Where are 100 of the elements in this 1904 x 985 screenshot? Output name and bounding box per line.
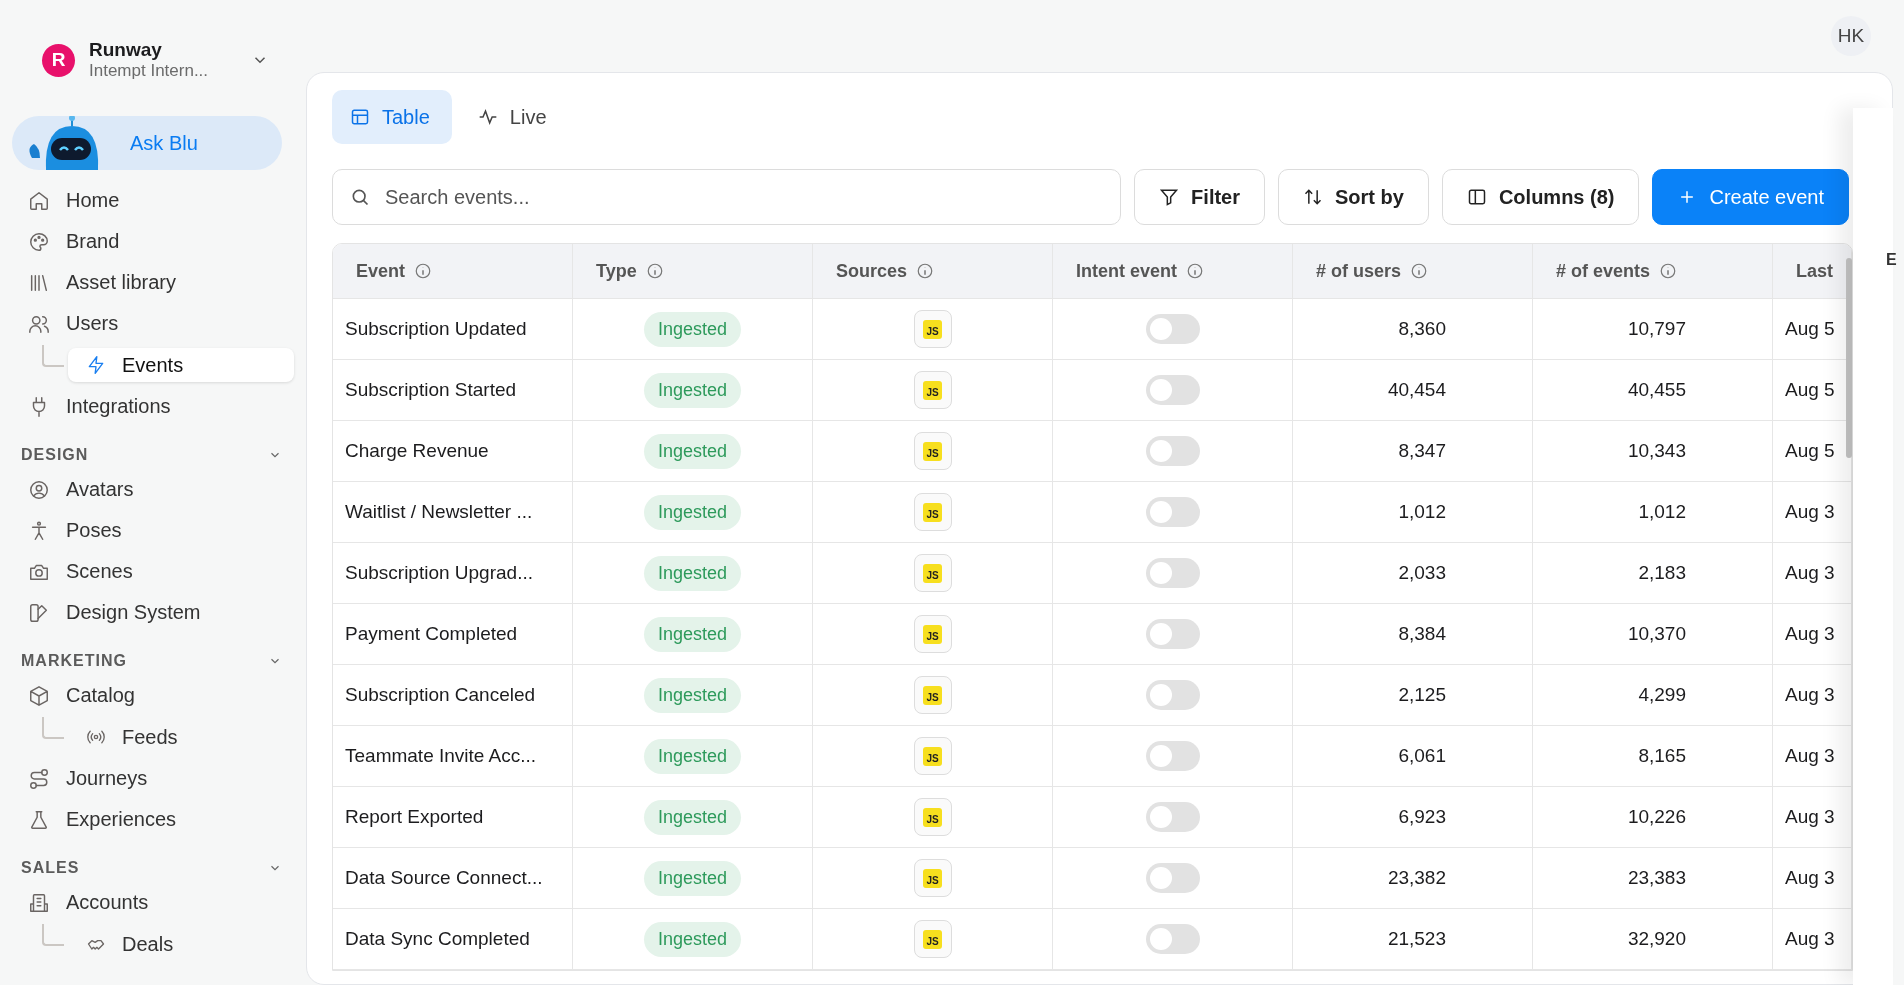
nav-item[interactable]: Avatars xyxy=(12,469,294,510)
nav-item[interactable]: Asset library xyxy=(12,262,294,303)
type-badge: Ingested xyxy=(643,677,742,713)
js-badge: JS xyxy=(923,746,942,766)
type-badge: Ingested xyxy=(643,372,742,408)
tree-connector xyxy=(42,345,64,367)
type-badge: Ingested xyxy=(643,921,742,957)
intent-toggle[interactable] xyxy=(1145,924,1200,954)
column-header: # of users xyxy=(1293,244,1533,298)
column-header: Intent event xyxy=(1053,244,1293,298)
search-icon xyxy=(350,187,370,207)
nav-item[interactable]: Feeds xyxy=(68,720,294,754)
section-heading: DESIGN xyxy=(21,446,89,464)
table-cell: Aug 3 xyxy=(1773,543,1852,603)
nav-item[interactable]: Home xyxy=(12,180,294,221)
nav-item[interactable]: Brand xyxy=(12,221,294,262)
table-cell: 8,360 xyxy=(1293,299,1533,359)
table-cell: 40,455 xyxy=(1533,360,1773,420)
nav-item[interactable]: Events xyxy=(68,348,294,382)
route-icon xyxy=(28,767,50,790)
info-icon xyxy=(1186,262,1204,280)
intent-toggle[interactable] xyxy=(1145,863,1200,893)
columns-icon xyxy=(1466,187,1487,207)
table-cell: 6,061 xyxy=(1293,726,1533,786)
create-event-button[interactable]: Create event xyxy=(1652,169,1849,225)
intent-toggle[interactable] xyxy=(1145,741,1200,771)
table-cell: 21,523 xyxy=(1293,909,1533,969)
nav-item[interactable]: Design System xyxy=(12,592,294,633)
table-cell: 23,382 xyxy=(1293,848,1533,908)
js-badge: JS xyxy=(923,563,942,583)
info-icon xyxy=(645,262,664,280)
intent-toggle[interactable] xyxy=(1145,497,1200,527)
table-cell: Data Source Connect... xyxy=(333,848,573,908)
info-icon xyxy=(1659,262,1678,280)
table-cell: Aug 3 xyxy=(1773,848,1852,908)
table-cell: 40,454 xyxy=(1293,360,1533,420)
column-header: # of events xyxy=(1533,244,1773,298)
table-cell: 8,165 xyxy=(1533,726,1773,786)
intent-toggle[interactable] xyxy=(1145,558,1200,588)
table-cell: Subscription Updated xyxy=(333,299,573,359)
palette-icon xyxy=(28,230,50,253)
nav-item[interactable]: Journeys xyxy=(12,758,294,799)
tree-connector xyxy=(42,717,64,739)
intent-toggle[interactable] xyxy=(1145,802,1200,832)
info-icon xyxy=(414,262,433,280)
info-icon xyxy=(916,262,935,280)
view-tab[interactable]: Table xyxy=(332,90,452,144)
table-cell: Aug 3 xyxy=(1773,665,1852,725)
design-icon xyxy=(28,601,50,624)
nav-item[interactable]: Deals xyxy=(68,927,294,961)
nav-item[interactable]: Experiences xyxy=(12,799,294,840)
home-icon xyxy=(28,189,50,212)
panel-label: E xyxy=(1886,251,1897,269)
search-field[interactable]: Search events... xyxy=(332,169,1122,225)
info-icon xyxy=(1410,262,1429,280)
filter-button[interactable]: Filter xyxy=(1134,169,1265,225)
js-badge: JS xyxy=(923,685,942,705)
type-badge: Ingested xyxy=(643,433,742,469)
nav-item[interactable]: Users xyxy=(12,303,294,344)
table-cell: 1,012 xyxy=(1533,482,1773,542)
table-cell: 10,370 xyxy=(1533,604,1773,664)
intent-toggle[interactable] xyxy=(1145,680,1200,710)
user-circle-icon xyxy=(28,478,50,501)
lightning-icon xyxy=(86,355,106,375)
type-badge: Ingested xyxy=(643,311,742,347)
table-cell: Waitlist / Newsletter ... xyxy=(333,482,573,542)
table-cell: 2,183 xyxy=(1533,543,1773,603)
view-tab[interactable]: Live xyxy=(459,90,569,144)
type-badge: Ingested xyxy=(643,799,742,835)
js-badge: JS xyxy=(923,868,942,888)
intent-toggle[interactable] xyxy=(1145,436,1200,466)
table-cell: Charge Revenue xyxy=(333,421,573,481)
table-cell: 2,033 xyxy=(1293,543,1533,603)
js-badge: JS xyxy=(923,441,942,461)
table-cell: 10,343 xyxy=(1533,421,1773,481)
workspace-avatar[interactable]: R xyxy=(42,43,75,77)
js-badge: JS xyxy=(923,380,942,400)
table-cell: 1,012 xyxy=(1293,482,1533,542)
column-header: Sources xyxy=(813,244,1053,298)
type-badge: Ingested xyxy=(643,555,742,591)
type-badge: Ingested xyxy=(643,616,742,652)
nav-item[interactable]: Poses xyxy=(12,510,294,551)
intent-toggle[interactable] xyxy=(1145,314,1200,344)
nav-item[interactable]: Scenes xyxy=(12,551,294,592)
nav-item[interactable]: Catalog xyxy=(12,675,294,716)
nav-item[interactable]: Accounts xyxy=(12,882,294,923)
js-badge: JS xyxy=(923,502,942,522)
table-cell: Payment Completed xyxy=(333,604,573,664)
nav-item[interactable]: Integrations xyxy=(12,386,294,427)
table-cell: Teammate Invite Acc... xyxy=(333,726,573,786)
intent-toggle[interactable] xyxy=(1145,375,1200,405)
table-cell: 8,347 xyxy=(1293,421,1533,481)
sort-icon xyxy=(1303,187,1323,207)
table-cell: Data Sync Completed xyxy=(333,909,573,969)
intent-toggle[interactable] xyxy=(1145,619,1200,649)
sort-button[interactable]: Sort by xyxy=(1278,169,1429,225)
js-badge: JS xyxy=(923,624,942,644)
user-avatar[interactable]: HK xyxy=(1831,16,1871,56)
scrollbar[interactable] xyxy=(1846,258,1852,458)
columns-button[interactable]: Columns (8) xyxy=(1441,169,1640,225)
